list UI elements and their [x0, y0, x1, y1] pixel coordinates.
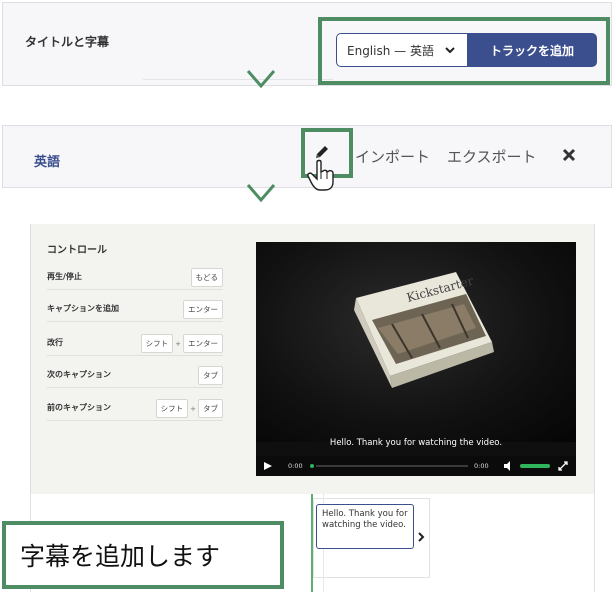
video-controls-bar: 0:00 0:00 — [256, 456, 576, 476]
down-arrow-icon — [246, 184, 276, 203]
shortcut-label: 改行 — [47, 338, 63, 347]
key-badge: エンター — [183, 300, 223, 319]
shortcut-row: 前のキャプション シフト + タブ — [47, 397, 223, 421]
language-select[interactable]: English — 英語 — [336, 33, 468, 67]
plus-sign: + — [190, 404, 196, 413]
volume-slider[interactable] — [520, 464, 550, 468]
titles-captions-heading: タイトルと字幕 — [25, 35, 110, 49]
key-badge: エンター — [183, 334, 223, 353]
key-badge: タブ — [198, 399, 223, 418]
video-player[interactable]: Kickstarter Hello. Thank you for watchin… — [256, 242, 576, 476]
callout-text: 字幕を追加します — [20, 542, 221, 571]
shortcut-row: 改行 シフト + エンター — [47, 332, 223, 356]
controls-heading: コントロール — [47, 245, 107, 256]
playhead-line[interactable] — [311, 494, 313, 592]
total-time: 0:00 — [474, 462, 489, 470]
chevron-down-icon — [445, 47, 455, 54]
key-badge: もどる — [190, 268, 223, 287]
key-badge: シフト — [155, 399, 189, 418]
shortcut-row: 再生/停止 もどる — [47, 266, 223, 290]
key-badge: シフト — [140, 334, 174, 353]
editor-top-area: コントロール 再生/停止 もどる キャプションを追加 エンター 改行 シフト + エ… — [31, 224, 594, 494]
track-language-label: 英語 — [34, 155, 61, 170]
play-icon[interactable] — [264, 462, 272, 470]
hand-cursor-icon — [307, 159, 334, 191]
progress-track[interactable] — [316, 465, 468, 467]
current-time: 0:00 — [288, 462, 303, 470]
book-image: Kickstarter — [354, 272, 494, 388]
key-badge: タブ — [198, 366, 223, 385]
language-select-value: English — 英語 — [347, 43, 434, 58]
volume-icon[interactable] — [504, 461, 514, 471]
add-track-button[interactable]: トラックを追加 — [467, 33, 597, 67]
shortcut-label: 再生/停止 — [47, 272, 82, 281]
plus-sign: + — [175, 339, 181, 348]
export-link[interactable]: エクスポート — [447, 146, 537, 167]
shortcut-label: 前のキャプション — [47, 403, 111, 412]
close-icon[interactable] — [561, 147, 577, 163]
divider — [143, 79, 333, 80]
import-link[interactable]: インポート — [355, 146, 430, 167]
fullscreen-icon[interactable] — [558, 461, 568, 471]
video-caption: Hello. Thank you for watching the video. — [329, 438, 503, 448]
shortcut-label: 次のキャプション — [47, 370, 111, 379]
progress-dot — [310, 464, 314, 468]
shortcut-row: キャプションを追加 エンター — [47, 298, 223, 322]
caption-text-input[interactable]: Hello. Thank you for watching the video. — [316, 504, 414, 549]
shortcut-label: キャプションを追加 — [47, 304, 119, 313]
shortcut-row: 次のキャプション タブ — [47, 364, 223, 388]
chevron-right-icon[interactable] — [416, 532, 426, 542]
down-arrow-icon — [246, 70, 276, 89]
